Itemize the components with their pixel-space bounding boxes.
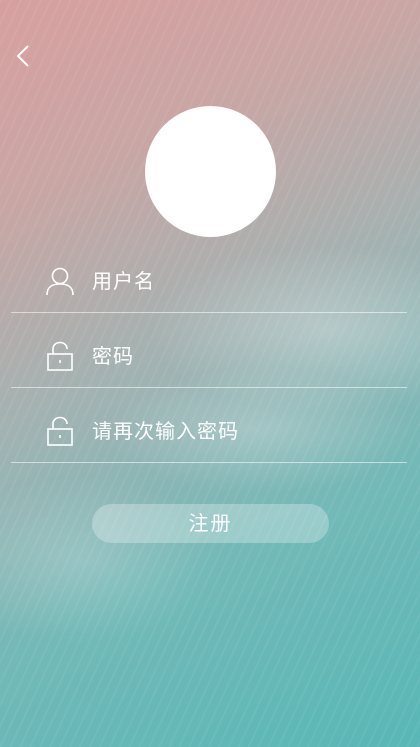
divider <box>11 387 407 388</box>
confirm-password-field[interactable]: 请再次输入密码 <box>11 403 407 463</box>
username-placeholder: 用户名 <box>92 269 155 293</box>
back-button[interactable] <box>12 42 36 70</box>
divider <box>11 462 407 463</box>
confirm-password-placeholder: 请再次输入密码 <box>92 419 239 443</box>
avatar[interactable] <box>145 106 276 237</box>
password-placeholder: 密码 <box>92 344 134 368</box>
lock-icon <box>45 340 75 372</box>
user-icon <box>45 265 75 297</box>
lock-icon <box>45 415 75 447</box>
username-field[interactable]: 用户名 <box>11 253 407 313</box>
chevron-left-icon <box>16 45 29 67</box>
divider <box>11 312 407 313</box>
register-screen: 用户名 密码 请再次输入密码 注册 <box>0 0 420 747</box>
register-button[interactable]: 注册 <box>92 504 329 543</box>
password-field[interactable]: 密码 <box>11 328 407 388</box>
